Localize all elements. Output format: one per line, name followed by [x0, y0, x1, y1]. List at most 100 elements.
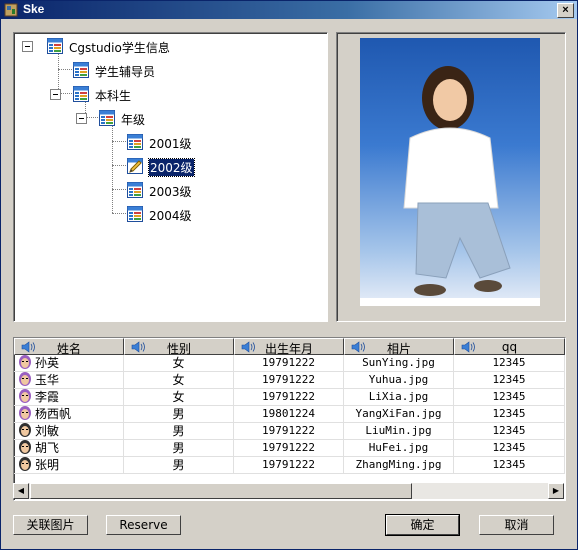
- scroll-right-button[interactable]: ▶: [548, 483, 564, 499]
- reserve-button[interactable]: Reserve: [106, 515, 181, 535]
- tree-node-label: 年级: [121, 113, 146, 127]
- tree-connector-line: [112, 165, 126, 167]
- cell-birth: 19791222: [234, 372, 344, 389]
- tree-connector-line: [112, 213, 126, 215]
- tree-connector-line: [112, 141, 126, 143]
- window-title: Ske: [23, 2, 45, 16]
- student-grid[interactable]: 姓名 性别 出生年月 相片 qq 孙英女 19791222 SunYing.jpg 12345 玉…: [13, 337, 566, 501]
- table-icon: [126, 133, 144, 154]
- photo-image: [360, 66, 540, 306]
- cell-name: 杨西帆: [14, 406, 124, 423]
- male-avatar-icon: [18, 457, 32, 473]
- female-avatar-icon: [18, 355, 32, 371]
- cell-qq: 12345: [454, 372, 565, 389]
- cell-birth: 19801224: [234, 406, 344, 423]
- table-icon: [126, 205, 144, 226]
- table-icon: [72, 61, 90, 82]
- tree-connector-line: [58, 69, 72, 71]
- column-header[interactable]: 出生年月: [234, 338, 344, 356]
- column-header[interactable]: 性别: [124, 338, 234, 356]
- cell-photo: YangXiFan.jpg: [344, 406, 454, 423]
- student-name: 胡飞: [35, 441, 60, 455]
- cell-name: 刘敏: [14, 423, 124, 440]
- cell-birth: 19791222: [234, 389, 344, 406]
- cell-qq: 12345: [454, 406, 565, 423]
- table-row[interactable]: 张明 男 19791222 ZhangMing.jpg 12345: [14, 457, 565, 474]
- title-bar[interactable]: Ske ×: [1, 1, 577, 19]
- table-icon: [72, 85, 90, 106]
- tree-node-label: 2001级: [149, 137, 192, 151]
- scroll-left-button[interactable]: ◀: [13, 483, 29, 499]
- ok-button[interactable]: 确定: [385, 514, 460, 536]
- column-header-label: qq: [501, 340, 518, 354]
- tree-node-label: 2002级: [148, 158, 195, 177]
- tree-node-label: 2004级: [149, 209, 192, 223]
- table-icon: [126, 181, 144, 202]
- cell-name: 张明: [14, 457, 124, 474]
- collapse-toggle[interactable]: [50, 89, 61, 100]
- student-name: 刘敏: [35, 424, 60, 438]
- cell-name: 玉华: [14, 372, 124, 389]
- close-button[interactable]: ×: [557, 3, 574, 18]
- cell-birth: 19791222: [234, 423, 344, 440]
- student-name: 李霞: [35, 390, 60, 404]
- student-name: 张明: [35, 458, 60, 472]
- cell-qq: 12345: [454, 457, 565, 474]
- collapse-toggle[interactable]: [76, 113, 87, 124]
- app-icon: [4, 3, 18, 17]
- cell-photo: SunYing.jpg: [344, 355, 454, 372]
- cell-qq: 12345: [454, 355, 565, 372]
- cell-photo: ZhangMing.jpg: [344, 457, 454, 474]
- table-row[interactable]: 杨西帆 男 19801224 YangXiFan.jpg 12345: [14, 406, 565, 423]
- male-avatar-icon: [18, 440, 32, 456]
- cell-photo: LiuMin.jpg: [344, 423, 454, 440]
- cell-qq: 12345: [454, 423, 565, 440]
- student-name: 孙英: [35, 356, 60, 370]
- female-avatar-icon: [18, 406, 32, 422]
- cell-gender: 男: [124, 406, 234, 423]
- table-row[interactable]: 刘敏 男 19791222 LiuMin.jpg 12345: [14, 423, 565, 440]
- tree-node-label: 学生辅导员: [95, 65, 156, 79]
- cell-gender: 女: [124, 372, 234, 389]
- cell-name: 胡飞: [14, 440, 124, 457]
- cancel-button[interactable]: 取消: [479, 515, 554, 535]
- female-avatar-icon: [18, 389, 32, 405]
- cell-photo: Yuhua.jpg: [344, 372, 454, 389]
- table-icon: [98, 109, 116, 130]
- cell-qq: 12345: [454, 389, 565, 406]
- cell-birth: 19791222: [234, 355, 344, 372]
- column-header[interactable]: 相片: [344, 338, 454, 356]
- cell-name: 孙英: [14, 355, 124, 372]
- cell-gender: 女: [124, 389, 234, 406]
- tree-node-label: 本科生: [95, 89, 132, 103]
- table-row[interactable]: 李霞 女 19791222 LiXia.jpg 12345: [14, 389, 565, 406]
- cell-gender: 男: [124, 440, 234, 457]
- tree-view[interactable]: Cgstudio学生信息学生辅导员本科生年级 2001级 2002级 2003级 200…: [13, 32, 328, 322]
- student-photo: [360, 38, 540, 306]
- student-name: 玉华: [35, 373, 60, 387]
- cell-gender: 女: [124, 355, 234, 372]
- horizontal-scrollbar[interactable]: ◀ ▶: [13, 483, 564, 499]
- cell-gender: 男: [124, 457, 234, 474]
- cell-name: 李霞: [14, 389, 124, 406]
- column-header[interactable]: 姓名: [14, 338, 124, 356]
- table-row[interactable]: 玉华 女 19791222 Yuhua.jpg 12345: [14, 372, 565, 389]
- scroll-thumb[interactable]: [30, 483, 412, 499]
- column-header[interactable]: qq: [454, 338, 565, 355]
- tree-node-label: 2003级: [149, 185, 192, 199]
- table-row[interactable]: 胡飞 男 19791222 HuFei.jpg 12345: [14, 440, 565, 457]
- cell-gender: 男: [124, 423, 234, 440]
- link-image-button[interactable]: 关联图片: [13, 515, 88, 535]
- cell-qq: 12345: [454, 440, 565, 457]
- cell-birth: 19791222: [234, 457, 344, 474]
- cell-photo: LiXia.jpg: [344, 389, 454, 406]
- table-row[interactable]: 孙英 女 19791222 SunYing.jpg 12345: [14, 355, 565, 372]
- tree-node-label: Cgstudio学生信息: [69, 41, 170, 55]
- male-avatar-icon: [18, 423, 32, 439]
- female-avatar-icon: [18, 372, 32, 388]
- student-name: 杨西帆: [35, 407, 72, 421]
- tree-connector-line: [112, 189, 126, 191]
- collapse-toggle[interactable]: [22, 41, 33, 52]
- cell-photo: HuFei.jpg: [344, 440, 454, 457]
- table-icon: [46, 37, 64, 58]
